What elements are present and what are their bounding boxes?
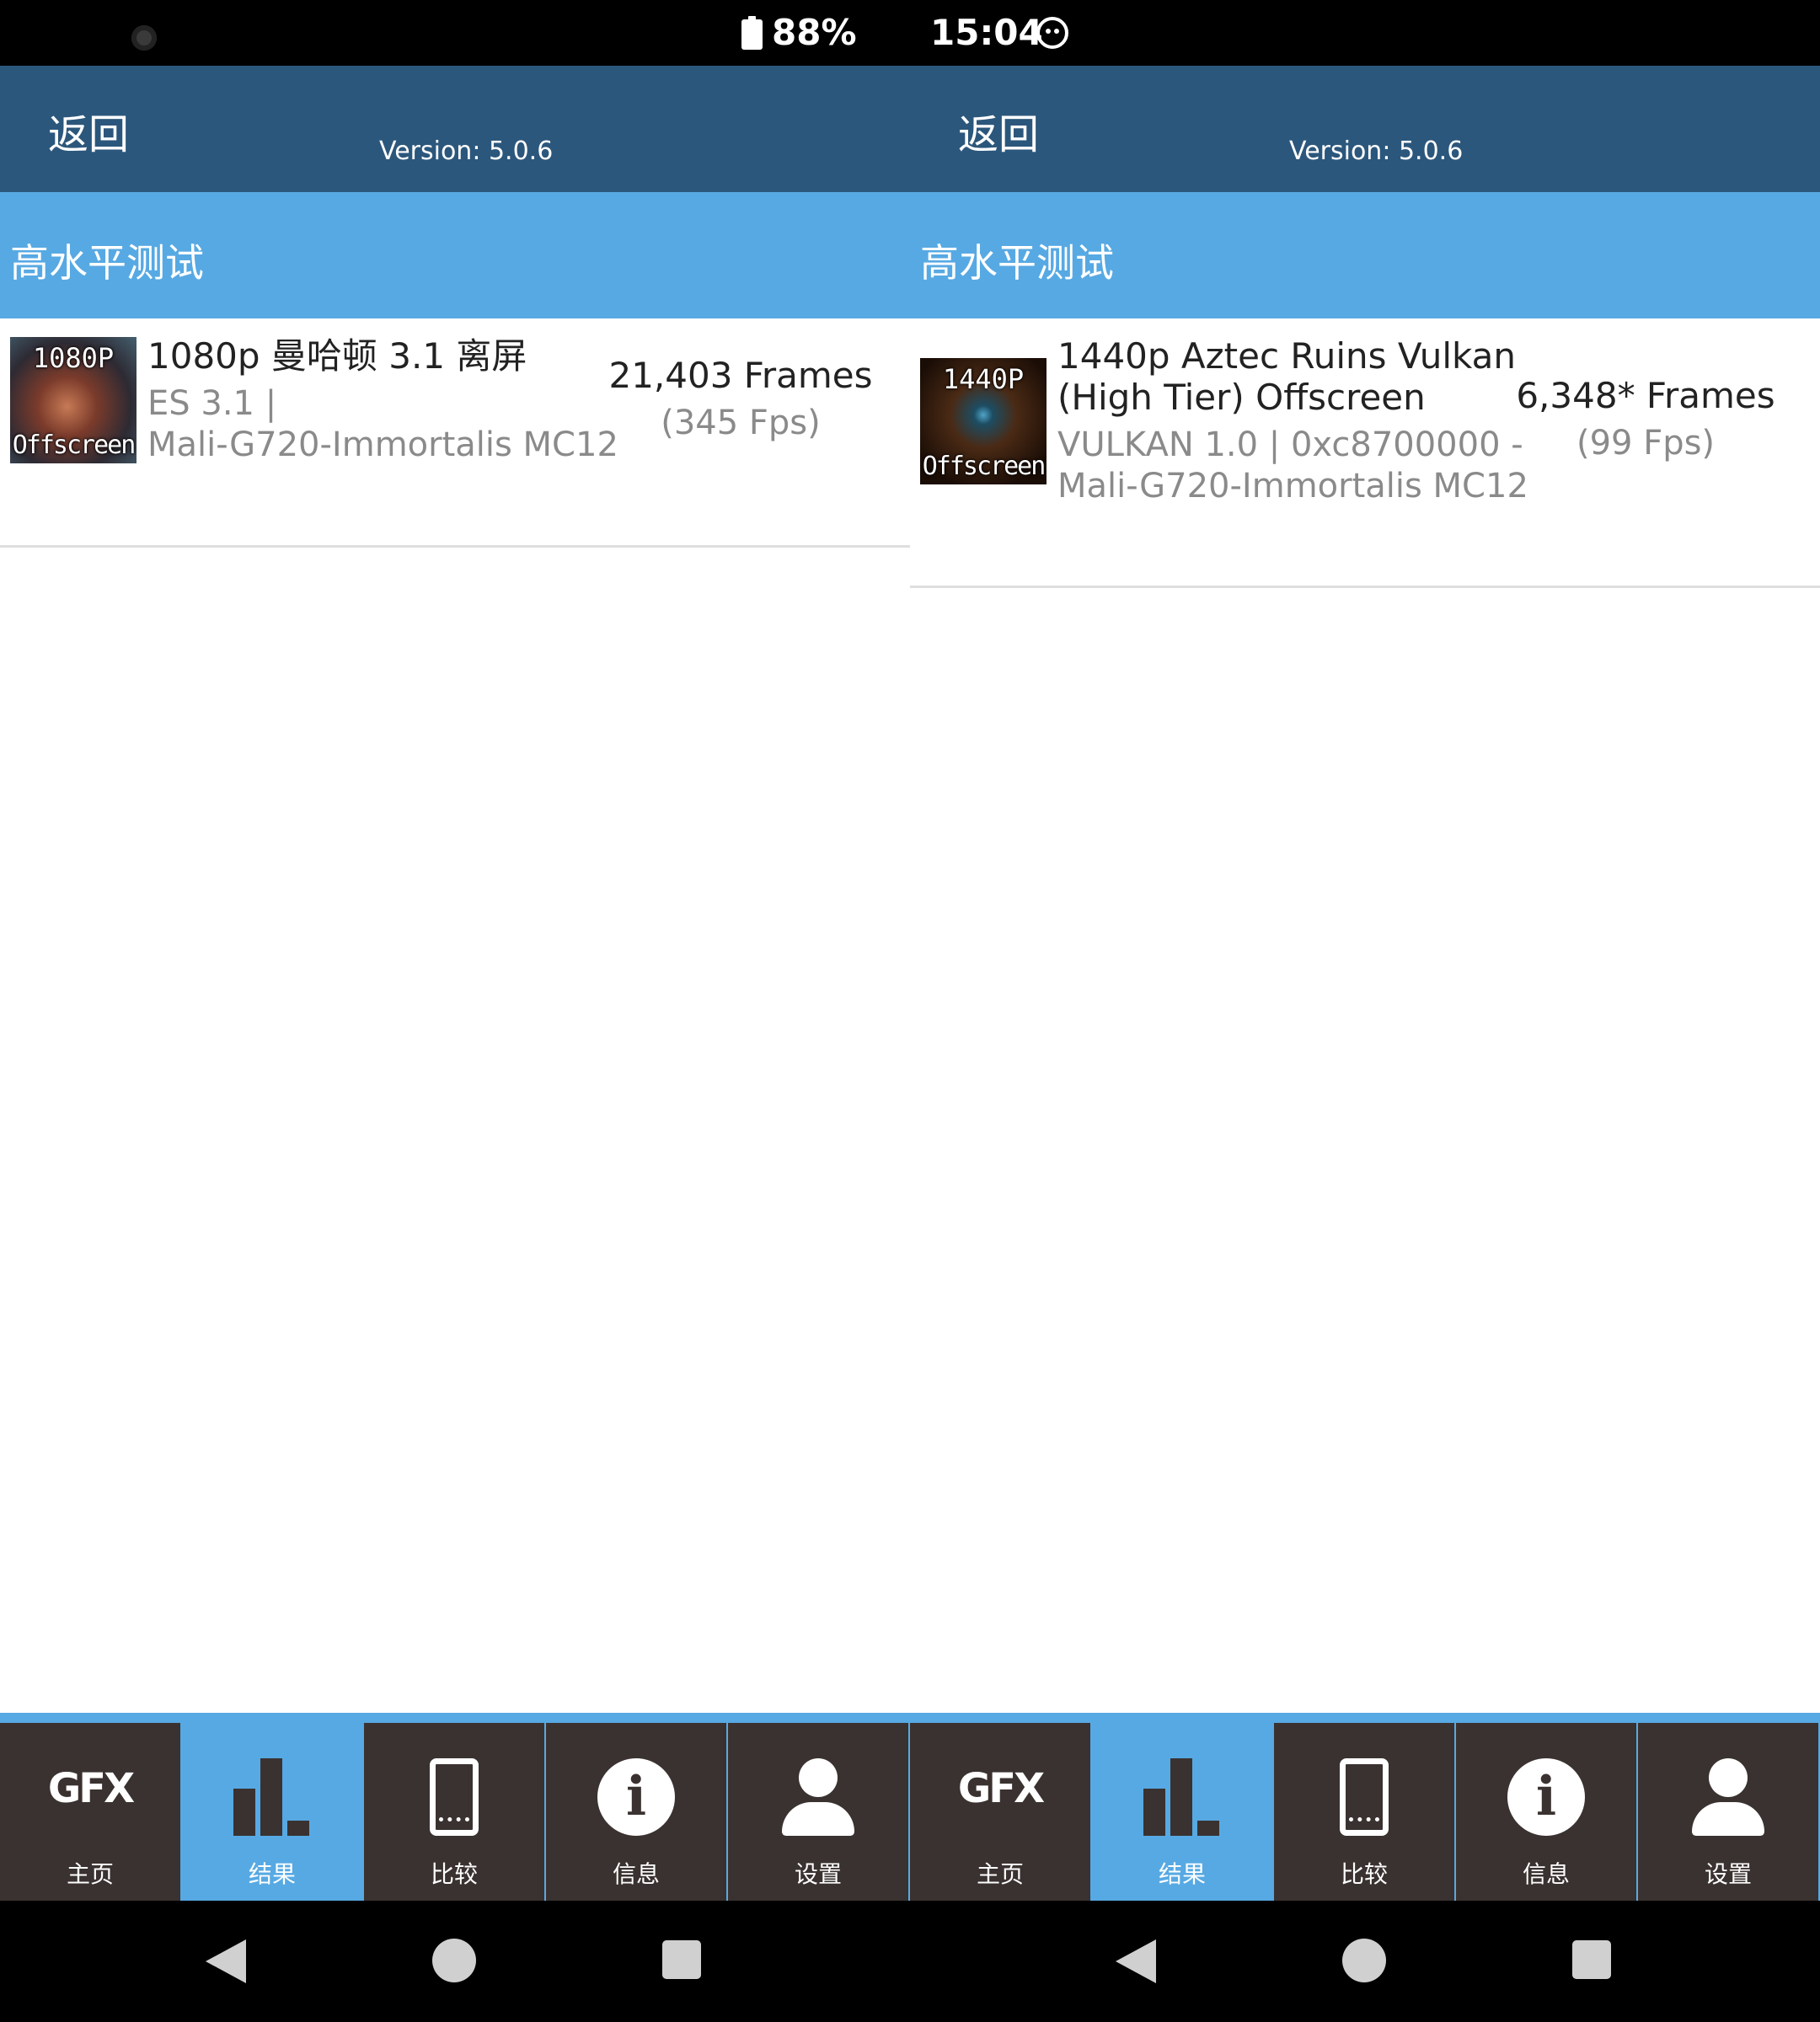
nav-back-icon[interactable] [1116,1939,1156,1983]
tab-settings[interactable]: 设置 [1638,1723,1818,1901]
thumbnail-mode: Offscreen [12,431,136,460]
clock: 15:04 [930,12,1043,53]
tab-results[interactable]: 结果 [1092,1723,1272,1901]
system-nav-left [0,1901,910,2022]
results-panel-left: 返回 Version: 5.0.6 高水平测试 1080P Offscreen … [0,66,910,1901]
thumbnail-mode: Offscreen [922,452,1046,481]
tab-info[interactable]: i 信息 [546,1723,726,1901]
benchmark-title: 1080p 曼哈顿 3.1 离屏 [147,335,527,377]
back-button[interactable]: 返回 [48,101,129,160]
gpu-label: Mali-G720-Immortalis MC12 [147,425,618,464]
benchmark-details: ES 3.1 | Mali-G720-Immortalis MC12 [147,383,619,466]
face-status-icon [1036,17,1068,49]
phone-icon [1340,1758,1389,1836]
system-nav-right [910,1901,1820,2022]
tab-results[interactable]: 结果 [182,1723,362,1901]
result-row[interactable]: 1440P Offscreen 1440p Aztec Ruins Vulkan… [910,318,1820,588]
section-title: 高水平测试 [920,240,1114,286]
status-bar: 88% 15:04 [0,0,1820,66]
bar-chart-icon [233,1758,311,1836]
result-row[interactable]: 1080P Offscreen 1080p 曼哈顿 3.1 离屏 ES 3.1 … [0,318,910,548]
fps-value: (99 Fps) [1576,424,1716,463]
section-header: 高水平测试 [0,192,910,318]
bottom-nav: GFX 主页 结果 比较 i 信息 设置 [0,1713,910,1901]
api-label: VULKAN 1.0 | 0xc8700000 - [1057,425,1523,464]
section-title: 高水平测试 [10,240,204,286]
thumbnail-resolution: 1080P [32,342,115,374]
tab-info[interactable]: i 信息 [1456,1723,1636,1901]
tab-settings[interactable]: 设置 [728,1723,908,1901]
info-icon: i [597,1758,675,1836]
phone-icon [430,1758,479,1836]
tab-home[interactable]: GFX 主页 [910,1723,1090,1901]
back-button[interactable]: 返回 [958,101,1039,160]
thumbnail-resolution: 1440P [942,363,1025,395]
battery-icon [741,16,763,50]
battery-level: 88% [772,12,857,53]
frames-value: 6,348* Frames [1516,375,1775,416]
user-icon [782,1758,854,1836]
user-icon [1692,1758,1764,1836]
version-label: Version: 5.0.6 [379,136,554,166]
gfx-logo-icon: GFX [957,1765,1045,1812]
results-panel-right: 返回 Version: 5.0.6 高水平测试 1440P Offscreen … [910,66,1820,1901]
benchmark-thumbnail: 1440P Offscreen [920,358,1046,484]
benchmark-thumbnail: 1080P Offscreen [10,337,136,463]
bottom-nav: GFX 主页 结果 比较 i 信息 设置 [910,1713,1820,1901]
gpu-label: Mali-G720-Immortalis MC12 [1057,467,1528,506]
gfx-logo-icon: GFX [47,1765,135,1812]
benchmark-details: VULKAN 1.0 | 0xc8700000 - Mali-G720-Immo… [1057,425,1529,507]
score: 21,403 Frames (345 Fps) [602,352,880,447]
nav-recents-icon[interactable] [1572,1940,1611,1979]
nav-recents-icon[interactable] [662,1940,701,1979]
camera-cutout [131,25,157,51]
score: 6,348* Frames (99 Fps) [1507,372,1785,467]
fps-value: (345 Fps) [661,404,821,442]
nav-home-icon[interactable] [1342,1939,1386,1982]
benchmark-title: 1440p Aztec Ruins Vulkan (High Tier) Off… [1057,335,1516,418]
app-bar: 返回 Version: 5.0.6 [0,66,910,192]
app-bar: 返回 Version: 5.0.6 [910,66,1820,192]
version-label: Version: 5.0.6 [1289,136,1464,166]
tab-compare[interactable]: 比较 [364,1723,544,1901]
info-icon: i [1507,1758,1585,1836]
bar-chart-icon [1143,1758,1221,1836]
api-label: ES 3.1 | [147,384,277,423]
system-navigation-bar [0,1901,1820,2022]
nav-home-icon[interactable] [432,1939,476,1982]
nav-back-icon[interactable] [206,1939,246,1983]
section-header: 高水平测试 [910,192,1820,318]
tab-home[interactable]: GFX 主页 [0,1723,180,1901]
tab-compare[interactable]: 比较 [1274,1723,1454,1901]
frames-value: 21,403 Frames [608,355,873,396]
